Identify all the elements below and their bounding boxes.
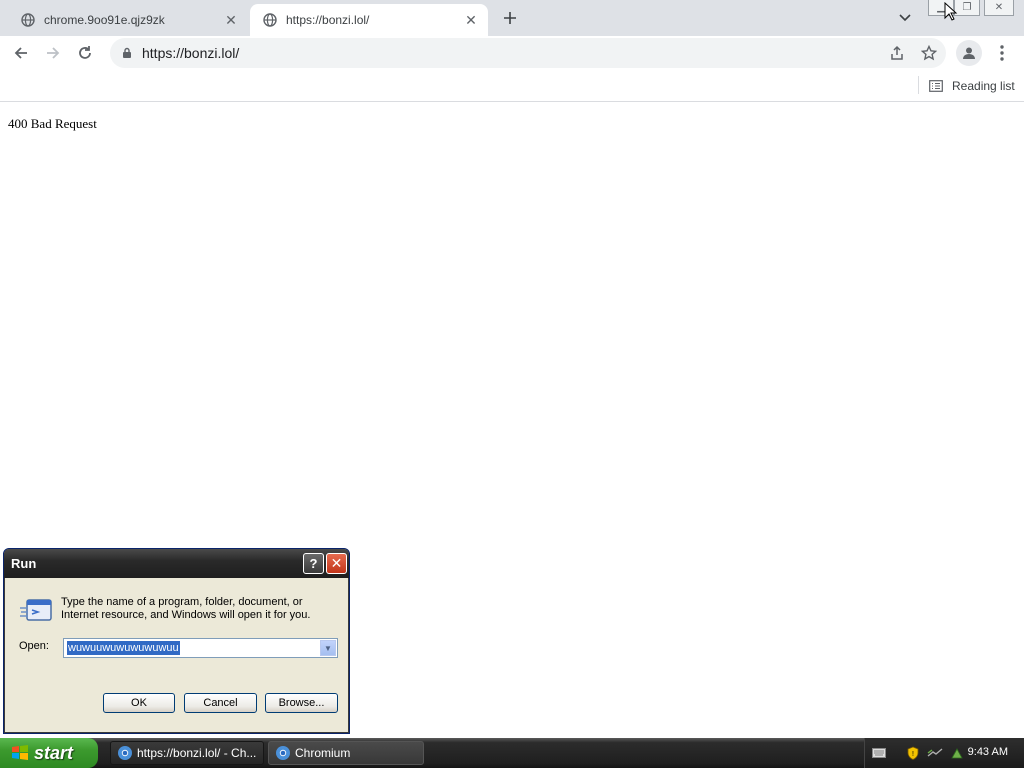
run-title: Run (11, 556, 37, 571)
system-tray: ! 9:43 AM (864, 738, 1024, 768)
taskbar-item-chrome-window[interactable]: https://bonzi.lol/ - Ch... (110, 741, 264, 765)
profile-button[interactable] (956, 40, 982, 66)
tab-strip: chrome.9oo91e.qjz9zk ✕ https://bonzi.lol… (0, 0, 1024, 36)
address-bar[interactable]: https://bonzi.lol/ (110, 38, 946, 68)
reload-button[interactable] (72, 40, 98, 66)
reading-list-button[interactable]: Reading list (928, 75, 1015, 97)
reload-icon (79, 46, 91, 59)
menu-button[interactable] (990, 40, 1014, 66)
kebab-menu-icon (1000, 45, 1004, 61)
keyboard-icon[interactable] (871, 745, 887, 761)
svg-text:!: ! (912, 751, 914, 758)
network-icon[interactable] (927, 745, 943, 761)
forward-button[interactable] (40, 40, 66, 66)
run-program-icon (20, 599, 52, 621)
window-close-button[interactable]: ✕ (984, 0, 1014, 16)
bookmark-star-icon[interactable] (920, 44, 938, 62)
open-input[interactable]: wuwuuwuwuwuwuwuu (67, 641, 180, 655)
tab-close-icon[interactable]: ✕ (462, 11, 480, 29)
taskbar-clock[interactable]: 9:43 AM (968, 746, 1008, 758)
chevron-down-icon (899, 14, 911, 22)
mouse-cursor-icon (944, 2, 958, 21)
cancel-button[interactable]: Cancel (184, 693, 257, 713)
close-icon: ✕ (330, 555, 343, 571)
tab-chrome-9oo91e[interactable]: chrome.9oo91e.qjz9zk ✕ (8, 4, 248, 36)
reading-list-icon (928, 78, 944, 94)
globe-icon (20, 12, 36, 28)
person-icon (963, 47, 975, 59)
chromium-icon (276, 746, 290, 760)
bookmarks-bar: Reading list (0, 70, 1024, 102)
ok-button[interactable]: OK (103, 693, 175, 713)
tab-search-button[interactable] (894, 8, 916, 28)
taskbar: start https://bonzi.lol/ - Ch... Chromiu… (0, 738, 1024, 768)
lock-icon[interactable] (120, 46, 134, 60)
dropdown-arrow-icon[interactable]: ▼ (320, 640, 336, 656)
run-title-bar[interactable]: Run ? ✕ (4, 549, 349, 578)
restore-icon: ❐ (962, 2, 972, 13)
share-icon[interactable] (888, 44, 906, 62)
tab-title: chrome.9oo91e.qjz9zk (44, 13, 165, 27)
arrow-right-icon (47, 47, 60, 59)
run-description: Type the name of a program, folder, docu… (61, 596, 311, 621)
run-close-button[interactable]: ✕ (326, 553, 347, 574)
back-button[interactable] (8, 40, 34, 66)
chromium-icon (118, 746, 132, 760)
reading-list-label: Reading list (952, 79, 1015, 93)
start-button[interactable]: start (0, 738, 98, 768)
arrow-left-icon (14, 47, 27, 59)
tab-title: https://bonzi.lol/ (286, 13, 370, 27)
browse-button[interactable]: Browse... (265, 693, 338, 713)
security-shield-icon[interactable]: ! (905, 745, 921, 761)
close-icon: ✕ (994, 2, 1004, 13)
safely-remove-icon[interactable] (949, 745, 965, 761)
run-body: Type the name of a program, folder, docu… (7, 578, 347, 732)
error-message: 400 Bad Request (8, 116, 97, 131)
help-button[interactable]: ? (303, 553, 324, 574)
tab-close-icon[interactable]: ✕ (222, 11, 240, 29)
globe-icon (262, 12, 278, 28)
plus-icon (504, 12, 516, 24)
windows-logo-icon (12, 745, 28, 760)
bookmarks-separator (918, 76, 919, 94)
start-label: start (34, 742, 74, 763)
taskbar-item-label: https://bonzi.lol/ - Ch... (137, 746, 257, 760)
tab-bonzi[interactable]: https://bonzi.lol/ ✕ (250, 4, 488, 36)
open-combobox[interactable]: wuwuuwuwuwuwuwuu ▼ (63, 638, 338, 658)
open-label: Open: (19, 640, 49, 652)
toolbar: https://bonzi.lol/ (0, 36, 1024, 70)
run-dialog: Run ? ✕ Type the name of a program, fold… (3, 548, 350, 734)
url-text[interactable]: https://bonzi.lol/ (142, 45, 239, 61)
taskbar-item-label: Chromium (295, 746, 351, 760)
taskbar-item-chromium[interactable]: Chromium (268, 741, 424, 765)
new-tab-button[interactable] (498, 6, 522, 30)
